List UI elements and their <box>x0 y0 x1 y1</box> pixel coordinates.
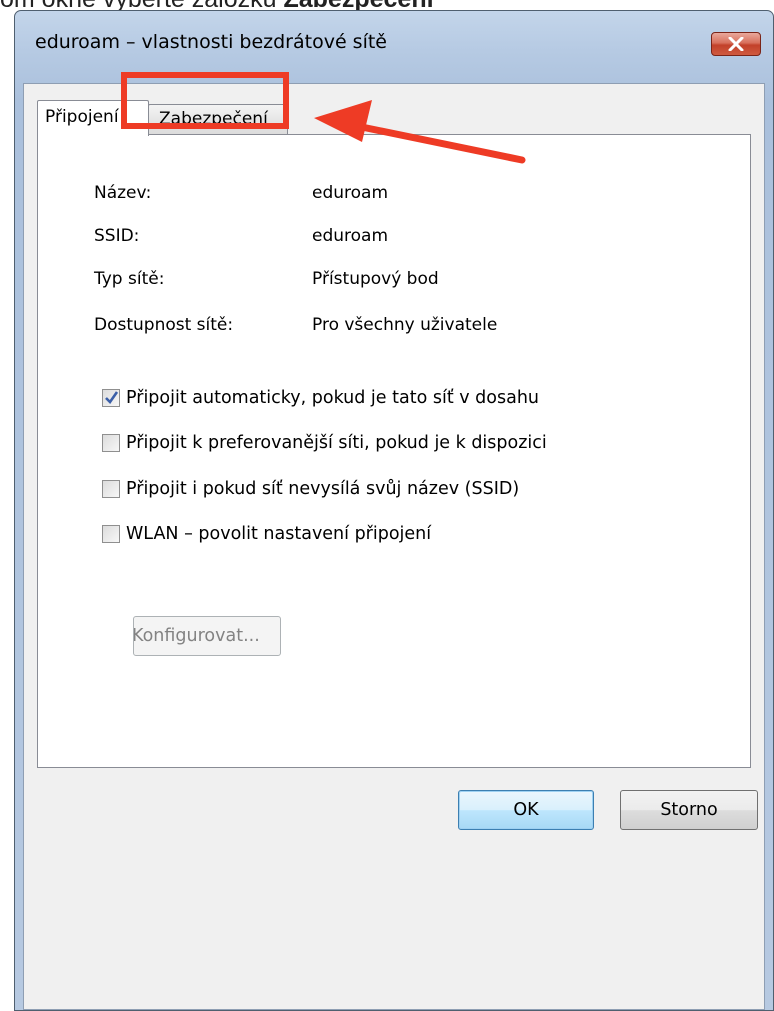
preferred-network-label: Připojit k preferovanější síti, pokud je… <box>126 433 547 453</box>
ok-button[interactable]: OK <box>458 790 594 830</box>
dialog-client-area: Zabezpečení Připojení Název: eduroam SSI… <box>23 83 765 1010</box>
network-type-label: Typ sítě: <box>94 269 165 289</box>
wlan-settings-label: WLAN – povolit nastavení připojení <box>126 524 432 544</box>
close-icon <box>728 37 744 51</box>
configure-button: Konfigurovat... <box>133 616 281 656</box>
preferred-network-option[interactable]: Připojit k preferovanější síti, pokud je… <box>102 430 547 456</box>
pointer-arrow-icon <box>314 100 526 164</box>
network-type-value: Přístupový bod <box>312 269 439 289</box>
hidden-ssid-label: Připojit i pokud síť nevysílá svůj název… <box>126 479 520 499</box>
network-availability-value: Pro všechny uživatele <box>312 315 498 335</box>
name-value: eduroam <box>312 183 389 203</box>
hidden-ssid-checkbox[interactable] <box>102 480 120 498</box>
auto-connect-checkbox[interactable] <box>102 389 120 407</box>
close-button[interactable] <box>711 32 761 56</box>
hidden-ssid-option[interactable]: Připojit i pokud síť nevysílá svůj název… <box>102 476 519 502</box>
security-tab-highlight <box>121 72 289 129</box>
name-label: Název: <box>94 183 152 203</box>
connection-tab-panel: Název: eduroam SSID: eduroam Typ sítě: P… <box>37 134 751 768</box>
configure-button-label: Konfigurovat... <box>133 626 260 646</box>
ssid-value: eduroam <box>312 226 389 246</box>
preferred-network-checkbox[interactable] <box>102 434 120 452</box>
auto-connect-label: Připojit automaticky, pokud je tato síť … <box>126 388 540 408</box>
wlan-settings-checkbox[interactable] <box>102 525 120 543</box>
wlan-settings-option[interactable]: WLAN – povolit nastavení připojení <box>102 521 431 547</box>
auto-connect-option[interactable]: Připojit automaticky, pokud je tato síť … <box>102 385 539 411</box>
ssid-label: SSID: <box>94 226 140 246</box>
checkmark-icon <box>105 391 119 405</box>
network-availability-label: Dostupnost sítě: <box>94 315 234 335</box>
cancel-button[interactable]: Storno <box>620 790 758 830</box>
window-title: eduroam – vlastnosti bezdrátové sítě <box>35 31 387 53</box>
